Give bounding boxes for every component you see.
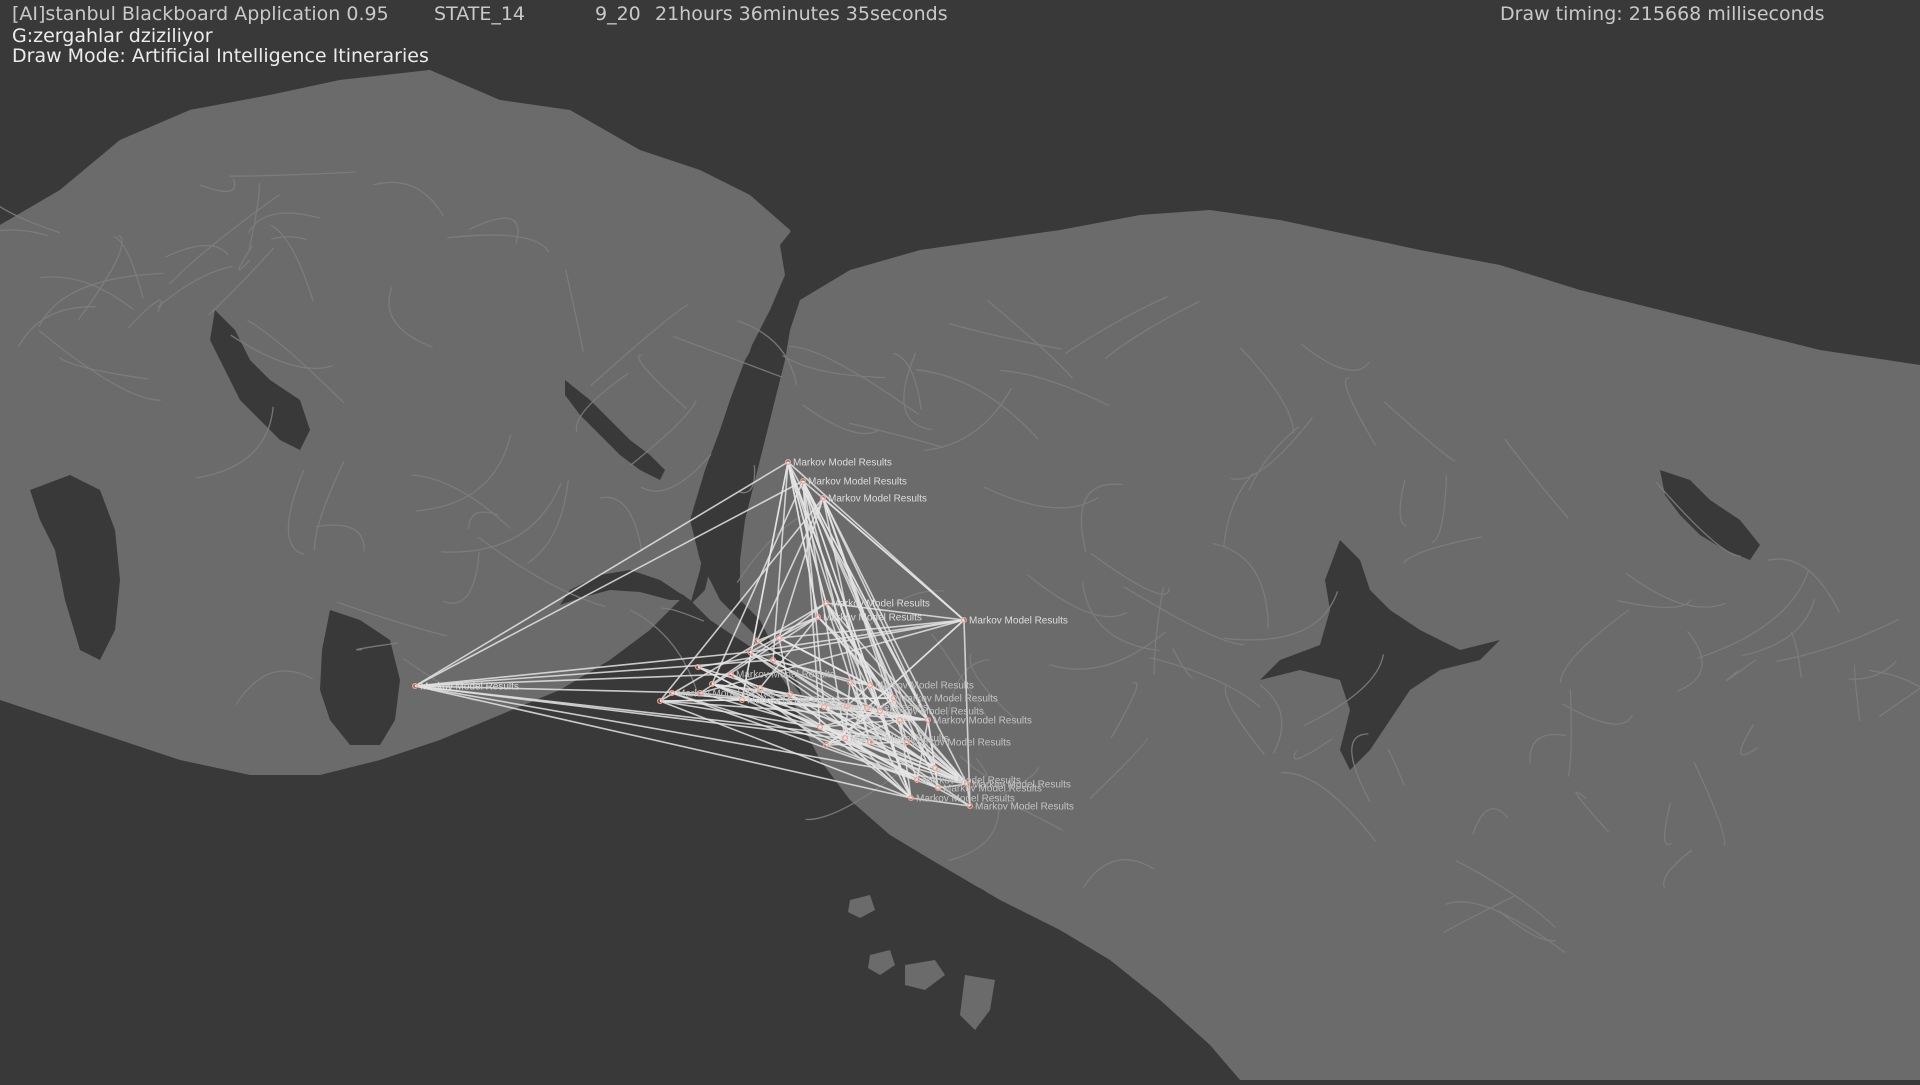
itinerary-point-label: Markov Model Results xyxy=(975,802,1074,813)
itinerary-point-label: Markov Model Results xyxy=(736,670,835,681)
itinerary-point-label: Markov Model Results xyxy=(899,694,998,705)
draw-mode: Draw Mode: Artificial Intelligence Itine… xyxy=(12,45,429,67)
itinerary-point-label: Markov Model Results xyxy=(875,681,974,692)
istanbul-map: Markov Model Results Markov Model Results… xyxy=(0,0,1920,1080)
map-canvas[interactable]: Markov Model Results Markov Model Results… xyxy=(0,0,1920,1080)
itinerary-point-label: Markov Model Results xyxy=(933,716,1032,727)
itinerary-point-label: Markov Model Results xyxy=(823,613,922,624)
itinerary-point-label: Markov Model Results xyxy=(793,458,892,469)
itinerary-point-label: Markov Model Results xyxy=(420,682,519,693)
status-line: G:zergahlar dziziliyor xyxy=(12,25,213,47)
itinerary-point-label: Markov Model Results xyxy=(828,494,927,505)
app-title: [AI]stanbul Blackboard Application 0.95 xyxy=(12,3,389,25)
draw-timing: Draw timing: 215668 milliseconds xyxy=(1500,3,1825,25)
itinerary-point-label: Markov Model Results xyxy=(808,477,907,488)
state-indicator: STATE_14 xyxy=(434,3,526,25)
itinerary-point-label: Markov Model Results xyxy=(831,599,930,610)
elapsed-time: 21hours 36minutes 35seconds xyxy=(655,3,948,25)
itinerary-point-label: Markov Model Results xyxy=(969,616,1068,627)
date-code: 9_20 xyxy=(595,3,641,25)
itinerary-point-label: Markov Model Results xyxy=(972,780,1071,791)
itinerary-point-label: Markov Model Results xyxy=(912,738,1011,749)
